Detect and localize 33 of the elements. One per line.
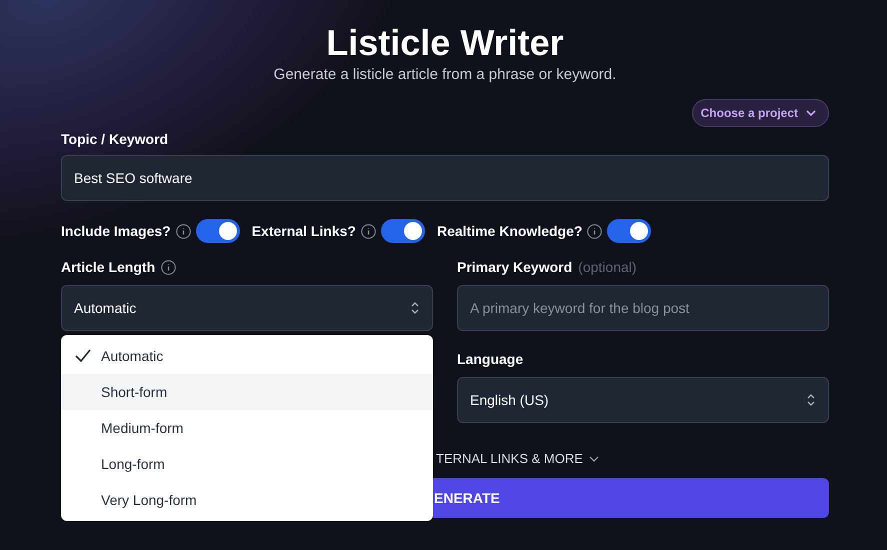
menu-option[interactable]: Automatic <box>61 338 433 374</box>
menu-option[interactable]: Short-form <box>61 374 433 410</box>
toggle-switch[interactable] <box>196 219 240 243</box>
field-label: Primary Keyword <box>457 259 572 275</box>
project-dropdown[interactable]: Choose a project <box>692 99 829 127</box>
info-icon <box>360 224 376 238</box>
updown-icon <box>410 301 420 315</box>
toggle-switch[interactable] <box>607 219 652 243</box>
more-options-toggle[interactable]: TERNAL LINKS & MORE <box>436 451 599 466</box>
keyword-input[interactable]: A primary keyword for the blog post <box>457 285 829 331</box>
menu-option[interactable]: Medium-form <box>61 410 433 446</box>
toggle-label: Include Images? <box>61 223 171 239</box>
chevron-down-icon <box>588 456 599 462</box>
generate-button[interactable]: ENERATE <box>433 478 829 518</box>
field-label: Topic / Keyword <box>61 131 170 147</box>
menu-option[interactable]: Long-form <box>61 446 433 482</box>
chevron-down-icon <box>806 110 816 116</box>
page-subtitle: Generate a listicle article from a phrase or keyword. <box>272 66 618 83</box>
toggle-label: Realtime Knowledge? <box>436 223 582 239</box>
length-select[interactable]: Automatic <box>61 285 433 331</box>
updown-icon <box>806 393 816 407</box>
info-icon <box>176 224 191 238</box>
field-label: Article Length <box>61 259 156 275</box>
toggle-switch[interactable] <box>380 219 425 243</box>
page-title: Listicle Writer <box>325 22 565 64</box>
menu-option[interactable]: Very Long-form <box>61 482 433 518</box>
info-icon <box>161 260 176 274</box>
toggle-label: External Links? <box>252 223 356 239</box>
info-icon <box>587 224 602 238</box>
field-label: Language <box>457 351 524 367</box>
topic-input[interactable]: Best SEO software <box>61 155 829 201</box>
language-select[interactable]: English (US) <box>457 377 829 423</box>
optional-hint: (optional) <box>578 259 637 275</box>
